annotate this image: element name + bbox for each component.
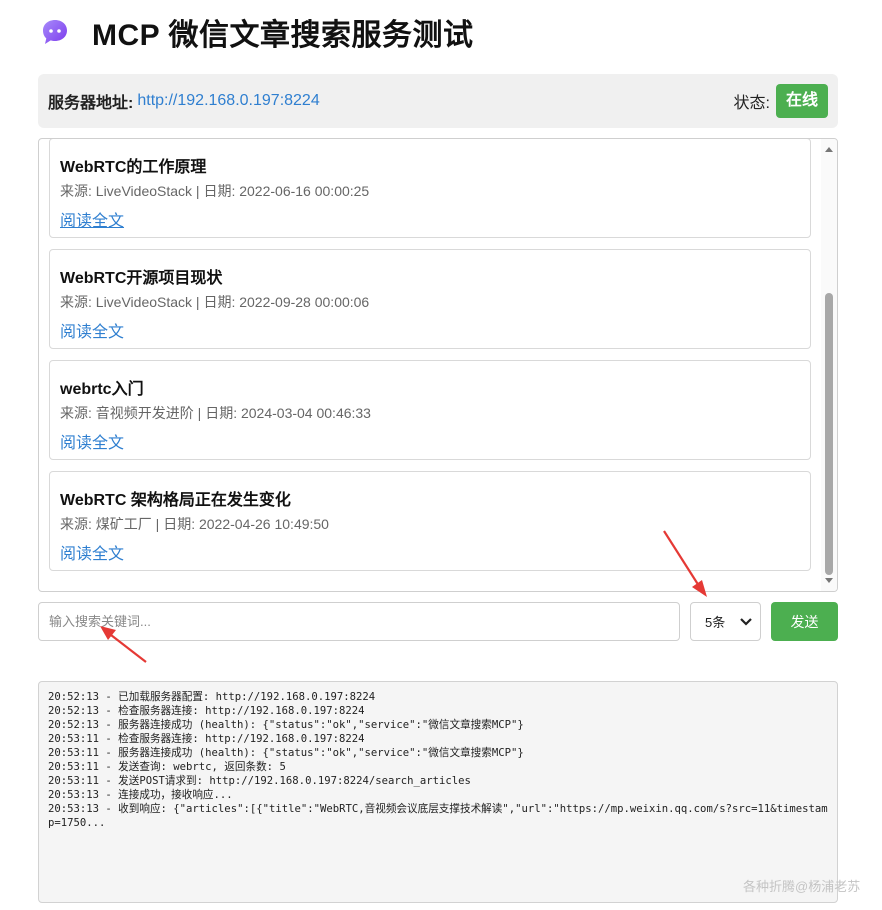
status-label: 状态: bbox=[733, 95, 770, 112]
result-count-select[interactable]: 5条 bbox=[690, 602, 761, 641]
server-info-bar: 服务器地址: http://192.168.0.197:8224 状态: 在线 bbox=[38, 74, 838, 128]
send-button[interactable]: 发送 bbox=[771, 602, 838, 641]
log-line: 20:53:13 - 收到响应: {"articles":[{"title":"… bbox=[48, 803, 828, 829]
result-card: webrtc入门 来源: 音视频开发进阶 | 日期: 2024-03-04 00… bbox=[49, 360, 811, 460]
scroll-thumb[interactable] bbox=[825, 293, 833, 575]
read-full-link[interactable]: 阅读全文 bbox=[60, 207, 124, 231]
status-badge: 在线 bbox=[775, 84, 828, 118]
scroll-up-icon[interactable] bbox=[821, 141, 837, 157]
log-line: 20:52:13 - 检查服务器连接: http://192.168.0.197… bbox=[48, 705, 365, 717]
results-scrollbar[interactable] bbox=[821, 139, 837, 591]
log-line: 20:52:13 - 服务器连接成功 (health): {"status":"… bbox=[48, 719, 524, 731]
watermark: 各种折腾@杨浦老苏 bbox=[743, 879, 861, 894]
result-title: WebRTC的工作原理 bbox=[60, 159, 207, 176]
result-card: WebRTC的工作原理 来源: LiveVideoStack | 日期: 202… bbox=[49, 139, 811, 238]
results-panel[interactable]: WebRTC的工作原理 来源: LiveVideoStack | 日期: 202… bbox=[38, 138, 838, 592]
server-address-label: 服务器地址: bbox=[48, 95, 134, 112]
result-meta: 来源: LiveVideoStack | 日期: 2022-09-28 00:0… bbox=[60, 294, 370, 310]
log-line: 20:53:11 - 发送POST请求到: http://192.168.0.1… bbox=[48, 775, 471, 787]
read-full-link[interactable]: 阅读全文 bbox=[60, 540, 124, 564]
log-line: 20:52:13 - 已加载服务器配置: http://192.168.0.19… bbox=[48, 691, 376, 703]
result-meta: 来源: 音视频开发进阶 | 日期: 2024-03-04 00:46:33 bbox=[60, 405, 371, 421]
log-line: 20:53:11 - 服务器连接成功 (health): {"status":"… bbox=[48, 747, 524, 759]
chevron-down-icon bbox=[740, 617, 752, 626]
result-title: WebRTC开源项目现状 bbox=[60, 270, 223, 287]
result-card: WebRTC 架构格局正在发生变化 来源: 煤矿工厂 | 日期: 2022-04… bbox=[49, 471, 811, 571]
search-input[interactable] bbox=[38, 602, 680, 641]
log-line: 20:53:11 - 发送查询: webrtc, 返回条数: 5 bbox=[48, 761, 286, 773]
result-card: WebRTC开源项目现状 来源: LiveVideoStack | 日期: 20… bbox=[49, 249, 811, 349]
read-full-link[interactable]: 阅读全文 bbox=[60, 318, 124, 342]
result-title: WebRTC 架构格局正在发生变化 bbox=[60, 492, 291, 509]
log-panel[interactable]: 20:52:13 - 已加载服务器配置: http://192.168.0.19… bbox=[38, 681, 838, 903]
scroll-down-icon[interactable] bbox=[821, 573, 837, 589]
status-group: 状态: 在线 bbox=[734, 84, 828, 118]
read-full-link[interactable]: 阅读全文 bbox=[60, 429, 124, 453]
server-address-value: http://192.168.0.197:8224 bbox=[137, 92, 320, 109]
result-title: webrtc入门 bbox=[60, 381, 144, 398]
log-line: 20:53:13 - 连接成功，接收响应... bbox=[48, 789, 233, 801]
page-title: MCP 微信文章搜索服务测试 bbox=[92, 19, 474, 52]
results-list: WebRTC的工作原理 来源: LiveVideoStack | 日期: 202… bbox=[39, 139, 821, 591]
result-count-value: 5条 bbox=[705, 615, 726, 630]
result-meta: 来源: LiveVideoStack | 日期: 2022-06-16 00:0… bbox=[60, 183, 370, 199]
app-header: MCP 微信文章搜索服务测试 bbox=[38, 8, 473, 56]
log-line: 20:53:11 - 检查服务器连接: http://192.168.0.197… bbox=[48, 733, 365, 745]
chat-bubble-icon bbox=[38, 15, 72, 49]
result-meta: 来源: 煤矿工厂 | 日期: 2022-04-26 10:49:50 bbox=[60, 516, 329, 532]
